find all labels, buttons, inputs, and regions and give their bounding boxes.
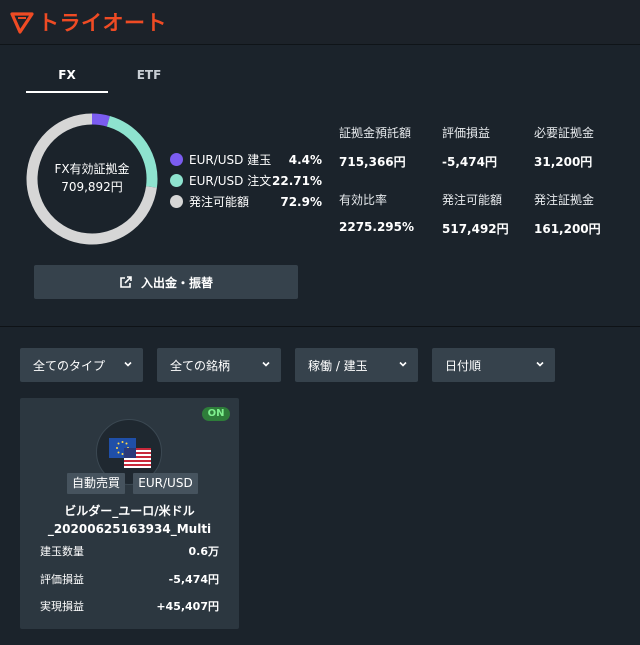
- donut-center-value: 709,892円: [61, 180, 123, 194]
- stat-label: 有効比率: [339, 193, 388, 207]
- deposit-transfer-button[interactable]: 入出金・振替: [34, 265, 298, 299]
- app-header: トライオート: [0, 0, 640, 45]
- filter-type-value: 全てのタイプ: [33, 358, 106, 373]
- chevron-down-icon: [262, 361, 270, 367]
- stat-label: 証拠金預託額: [339, 126, 412, 140]
- legend-dot: [170, 153, 183, 166]
- product-tabs: FX ETF: [26, 64, 246, 94]
- donut-center: FX有効証拠金 709,892円: [26, 160, 158, 196]
- card-row-value: -5,474円: [168, 573, 219, 586]
- status-badge: ON: [202, 407, 230, 421]
- strategy-title-line1: ビルダー_ユーロ/米ドル: [64, 504, 195, 518]
- filter-symbol-select[interactable]: 全ての銘柄: [157, 348, 281, 382]
- chevron-down-icon: [536, 361, 544, 367]
- card-row-label: 実現損益: [40, 600, 84, 613]
- donut-center-label: FX有効証拠金: [54, 162, 130, 176]
- card-row-label: 建玉数量: [40, 545, 84, 558]
- logo-text: トライオート: [38, 11, 167, 35]
- tag-currency-pair: EUR/USD: [133, 473, 198, 494]
- legend-label: EUR/USD 注文: [189, 174, 272, 188]
- stat-order-margin: 発注証拠金 161,200円: [534, 191, 640, 237]
- legend-item: 発注可能額 72.9%: [170, 191, 322, 212]
- strategy-title-line2: _20200625163934_Multi: [47, 522, 212, 536]
- app-logo[interactable]: トライオート: [10, 6, 167, 38]
- legend-dot: [170, 195, 183, 208]
- stat-label: 発注証拠金: [534, 193, 595, 207]
- external-link-icon: [120, 276, 132, 288]
- legend-label: EUR/USD 建玉: [189, 153, 272, 167]
- stat-label: 必要証拠金: [534, 126, 595, 140]
- legend-percent: 72.9%: [280, 194, 322, 209]
- legend-percent: 4.4%: [288, 152, 322, 167]
- stat-effective-ratio: 有効比率 2275.295%: [339, 191, 449, 234]
- tag-auto-trade: 自動売買: [67, 473, 125, 494]
- legend-dot: [170, 174, 183, 187]
- tab-fx[interactable]: FX: [26, 64, 108, 93]
- card-row-label: 評価損益: [40, 573, 84, 586]
- filter-sort-select[interactable]: 日付順: [432, 348, 555, 382]
- card-row-value: 0.6万: [188, 545, 220, 558]
- us-flag-icon: [124, 448, 151, 468]
- filter-status-select[interactable]: 稼働 / 建玉: [295, 348, 418, 382]
- card-row-value: +45,407円: [156, 600, 219, 613]
- chevron-down-icon: [124, 361, 132, 367]
- filter-type-select[interactable]: 全てのタイプ: [20, 348, 143, 382]
- tab-etf[interactable]: ETF: [108, 64, 190, 93]
- stat-required-margin: 必要証拠金 31,200円: [534, 124, 640, 170]
- strategy-title[interactable]: ビルダー_ユーロ/米ドル _20200625163934_Multi: [20, 502, 239, 538]
- stat-value: 161,200円: [534, 222, 601, 236]
- legend-label: 発注可能額: [189, 195, 250, 209]
- chevron-down-icon: [399, 361, 407, 367]
- stat-value: 715,366円: [339, 155, 406, 169]
- legend-item: EUR/USD 注文 22.71%: [170, 170, 322, 191]
- filter-status-value: 稼働 / 建玉: [308, 358, 368, 373]
- deposit-transfer-label: 入出金・振替: [140, 275, 213, 290]
- stat-value: 2275.295%: [339, 220, 415, 234]
- legend-item: EUR/USD 建玉 4.4%: [170, 149, 322, 170]
- donut-legend: EUR/USD 建玉 4.4% EUR/USD 注文 22.71% 発注可能額 …: [170, 149, 322, 212]
- legend-percent: 22.71%: [272, 173, 322, 188]
- filter-sort-value: 日付順: [445, 358, 482, 373]
- donut-segment: [91, 113, 110, 127]
- logo-arrow-icon: [10, 12, 34, 34]
- stat-value: 31,200円: [534, 155, 593, 169]
- filter-symbol-value: 全ての銘柄: [170, 358, 231, 373]
- section-divider: [0, 326, 640, 327]
- stat-deposit: 証拠金預託額 715,366円: [339, 124, 449, 170]
